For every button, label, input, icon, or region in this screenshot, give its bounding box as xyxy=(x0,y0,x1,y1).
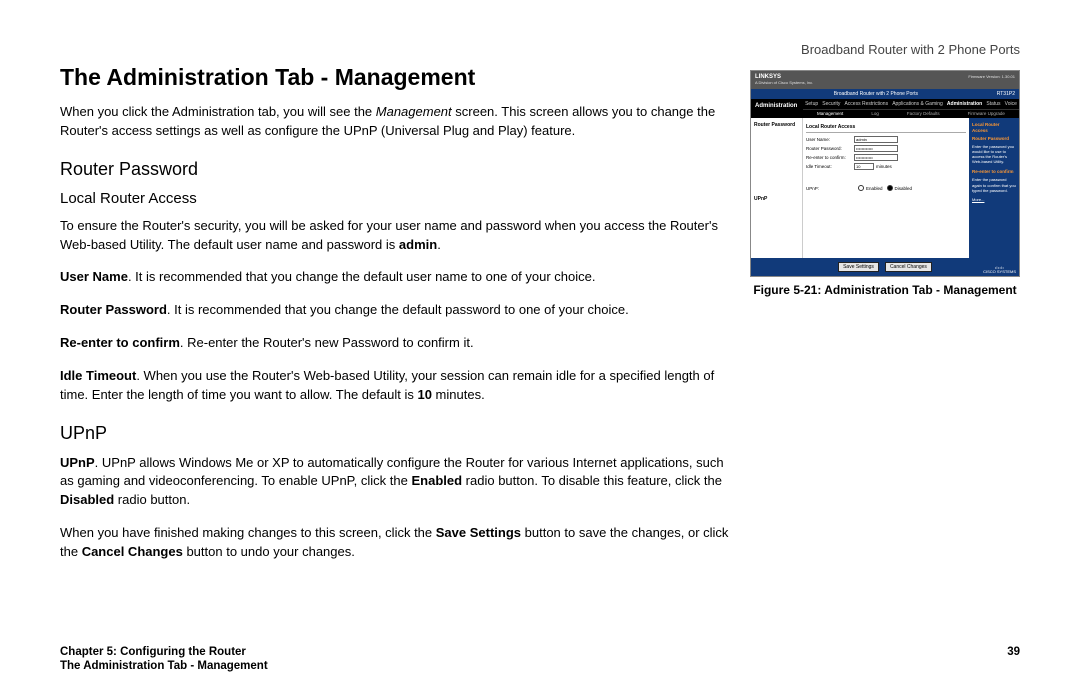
tab-administration[interactable]: Administration xyxy=(947,101,982,107)
titlebar-label: Broadband Router with 2 Phone Ports xyxy=(834,91,918,97)
save-paragraph: When you have finished making changes to… xyxy=(60,524,740,562)
help-re-heading: Re-enter to confirm xyxy=(972,169,1016,175)
upnp-label: UPnP: xyxy=(806,186,854,191)
username-label: User Name: xyxy=(806,137,854,142)
subtab-log[interactable]: Log xyxy=(871,111,879,116)
figure-admin-management: LINKSYS A Division of Cisco Systems, Inc… xyxy=(750,70,1020,299)
product-name: Broadband Router with 2 Phone Ports xyxy=(801,42,1020,57)
upnp-heading: UPnP xyxy=(60,423,1020,444)
subtab-firmware[interactable]: Firmware Upgrade xyxy=(968,111,1005,116)
tab-security[interactable]: Security xyxy=(822,101,840,107)
help-re-text: Enter the password again to confirm that… xyxy=(972,177,1016,192)
idle-input[interactable]: 10 xyxy=(854,163,874,170)
upnp-paragraph: UPnP. UPnP allows Windows Me or XP to au… xyxy=(60,454,740,511)
page-footer: Chapter 5: Configuring the Router 39 The… xyxy=(60,646,1020,672)
upnp-enabled-radio[interactable] xyxy=(858,185,864,191)
username-paragraph: User Name. It is recommended that you ch… xyxy=(60,268,740,287)
cancel-changes-button[interactable]: Cancel Changes xyxy=(885,262,932,272)
save-settings-button[interactable]: Save Settings xyxy=(838,262,879,272)
idle-label: Idle Timeout: xyxy=(806,164,854,169)
reenter-label: Re-enter to confirm: xyxy=(806,155,854,160)
reenter-input[interactable]: •••••••••••• xyxy=(854,154,898,161)
tab-setup[interactable]: Setup xyxy=(805,101,818,107)
subtab-factory[interactable]: Factory Defaults xyxy=(907,111,940,116)
routerpassword-paragraph: Router Password. It is recommended that … xyxy=(60,301,740,320)
tab-access[interactable]: Access Restrictions xyxy=(844,101,888,107)
left-router-password: Router Password xyxy=(754,122,799,128)
firmware-label: Firmware Version: 1.30.01 xyxy=(968,74,1015,86)
footer-chapter: Chapter 5: Configuring the Router xyxy=(60,646,246,658)
tab-status[interactable]: Status xyxy=(986,101,1000,107)
username-input[interactable]: admin xyxy=(854,136,898,143)
idle-unit: minutes xyxy=(876,164,892,169)
subtab-management[interactable]: Management xyxy=(817,111,843,116)
routerpw-input[interactable]: •••••••••••• xyxy=(854,145,898,152)
footer-page-number: 39 xyxy=(1007,646,1020,658)
router-ui-screenshot: LINKSYS A Division of Cisco Systems, Inc… xyxy=(750,70,1020,277)
idle-paragraph: Idle Timeout. When you use the Router's … xyxy=(60,367,740,405)
help-lra-heading: Local Router Access xyxy=(972,122,1016,134)
upnp-disabled-radio[interactable] xyxy=(887,185,893,191)
help-rp-heading: Router Password xyxy=(972,136,1016,142)
tab-voice[interactable]: Voice xyxy=(1005,101,1017,107)
center-lra-heading: Local Router Access xyxy=(806,124,966,133)
upnp-enabled-label: Enabled xyxy=(866,186,883,191)
access-paragraph: To ensure the Router's security, you wil… xyxy=(60,217,740,255)
reenter-paragraph: Re-enter to confirm. Re-enter the Router… xyxy=(60,334,740,353)
brand-sub: A Division of Cisco Systems, Inc. xyxy=(755,80,813,85)
section-label: Administration xyxy=(751,99,803,118)
routerpw-label: Router Password: xyxy=(806,146,854,151)
cisco-logo: ılıılı CISCO SYSTEMS xyxy=(983,266,1016,274)
upnp-disabled-label: Disabled xyxy=(895,186,913,191)
figure-caption: Figure 5-21: Administration Tab - Manage… xyxy=(750,283,1020,299)
help-rp-text: Enter the password you would like to use… xyxy=(972,144,1014,165)
model-label: RT31P2 xyxy=(997,91,1015,97)
left-upnp: UPnP xyxy=(754,196,799,202)
footer-subtitle: The Administration Tab - Management xyxy=(60,660,1020,672)
intro-paragraph: When you click the Administration tab, y… xyxy=(60,103,740,141)
help-more-link[interactable]: More... xyxy=(972,197,984,202)
tab-apps[interactable]: Applications & Gaming xyxy=(892,101,943,107)
